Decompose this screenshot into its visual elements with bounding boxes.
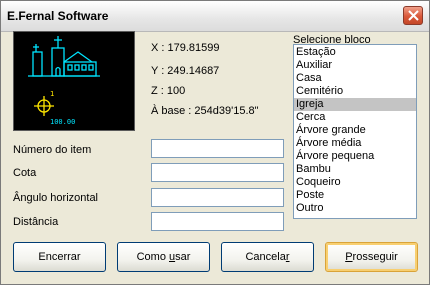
- y-coordinate: Y : 249.14687: [151, 65, 220, 77]
- cota-input[interactable]: [151, 163, 284, 182]
- list-item-selected[interactable]: Igreja: [294, 98, 416, 111]
- prosseguir-label-mnemonic: P: [345, 251, 353, 263]
- x-coordinate: X : 179.81599: [151, 42, 220, 54]
- horizontal-angle-label: Ângulo horizontal: [13, 192, 99, 204]
- base-angle: À base : 254d39'15.8": [151, 105, 259, 117]
- encerrar-button[interactable]: Encerrar: [13, 242, 106, 272]
- como-usar-label-pre: Como: [136, 251, 169, 263]
- church-block-drawing: 1 100.00: [28, 36, 100, 126]
- list-item[interactable]: Árvore média: [294, 137, 416, 150]
- list-item[interactable]: Coqueiro: [294, 176, 416, 189]
- list-item[interactable]: Casa: [294, 72, 416, 85]
- close-icon: [408, 10, 419, 21]
- z-coordinate: Z : 100: [151, 85, 186, 97]
- distance-label: Distância: [13, 216, 59, 228]
- close-button[interactable]: [403, 6, 423, 25]
- encerrar-label: Encerrar: [38, 251, 81, 263]
- como-usar-button[interactable]: Como usar: [117, 242, 210, 272]
- cancelar-label-pre: Cancela: [245, 251, 286, 263]
- title-bar[interactable]: E.Fernal Software: [1, 1, 429, 32]
- list-item[interactable]: Estação: [294, 46, 416, 59]
- window-title: E.Fernal Software: [7, 9, 109, 23]
- item-number-input[interactable]: [151, 139, 284, 158]
- block-preview: 1 100.00: [13, 31, 135, 131]
- distance-input[interactable]: [151, 212, 284, 231]
- list-item[interactable]: Árvore grande: [294, 124, 416, 137]
- list-item[interactable]: Auxiliar: [294, 59, 416, 72]
- cancelar-label-mnemonic: r: [285, 251, 290, 263]
- dialog-window: E.Fernal Software 1 100.00 X: 179.81599…: [0, 0, 430, 285]
- horizontal-angle-input[interactable]: [151, 188, 284, 207]
- cancelar-button[interactable]: Cancelar: [221, 242, 314, 272]
- list-item[interactable]: Cemitério: [294, 85, 416, 98]
- cota-label: Cota: [13, 167, 37, 179]
- como-usar-label-post: sar: [175, 251, 191, 263]
- prosseguir-label-post: rosseguir: [352, 251, 398, 263]
- list-item[interactable]: Cerca: [294, 111, 416, 124]
- item-number-label: Número do item: [13, 144, 92, 156]
- prosseguir-button[interactable]: Prosseguir: [325, 242, 418, 272]
- list-item[interactable]: Outro: [294, 202, 416, 215]
- block-listbox[interactable]: Estação Auxiliar Casa Cemitério Igreja C…: [293, 44, 417, 219]
- preview-number: 1: [50, 90, 54, 98]
- preview-scale: 100.00: [50, 118, 75, 126]
- list-item[interactable]: Poste: [294, 189, 416, 202]
- list-item[interactable]: Árvore pequena: [294, 150, 416, 163]
- list-item[interactable]: Bambu: [294, 163, 416, 176]
